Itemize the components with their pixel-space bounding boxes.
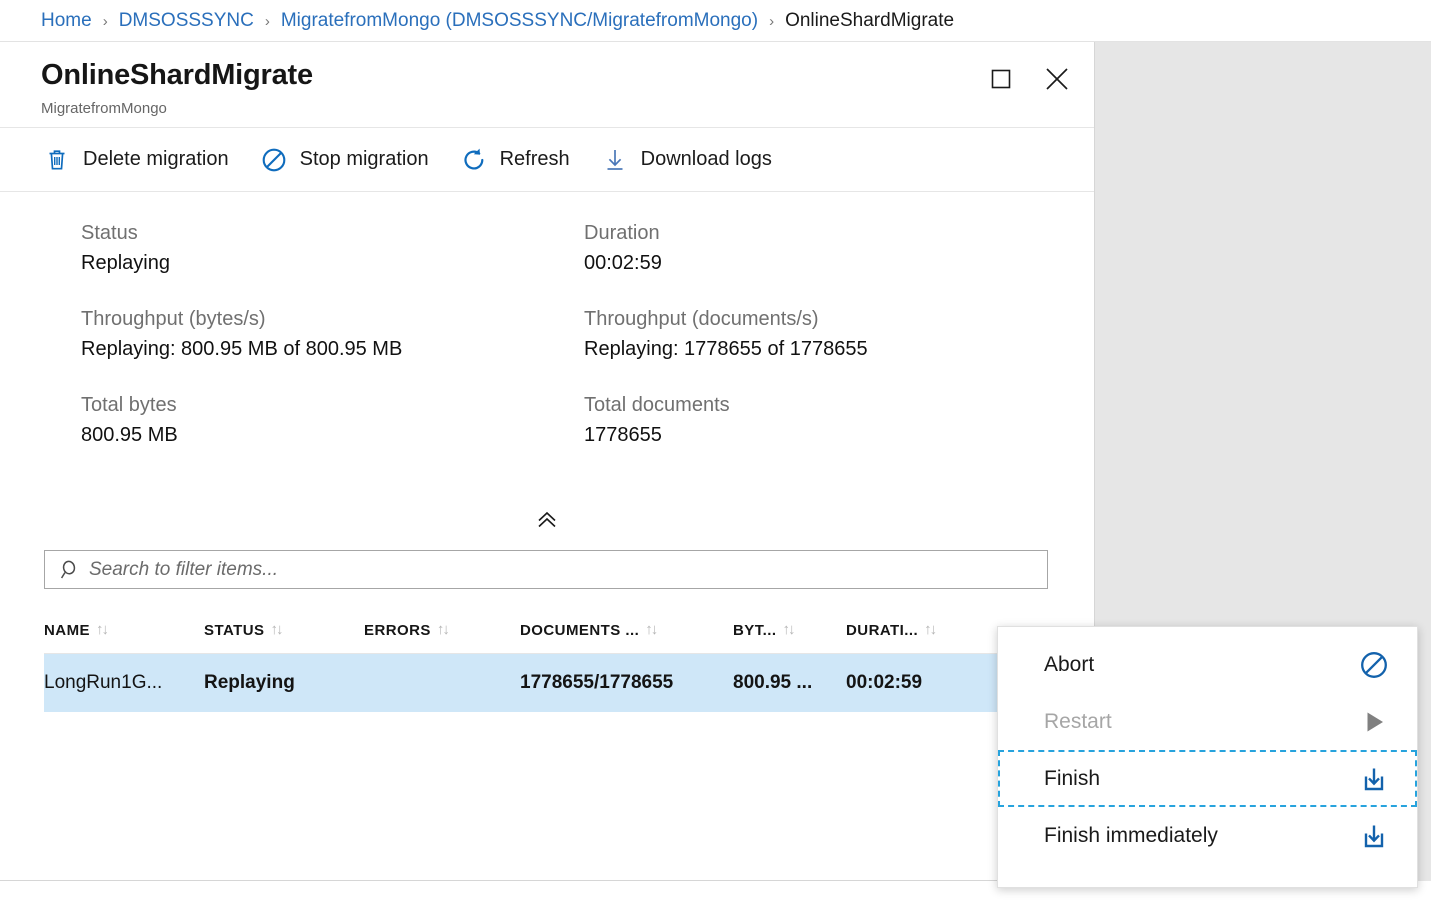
search-input[interactable] [89,558,1047,581]
close-icon [1046,68,1068,90]
blade-header: OnlineShardMigrate MigratefromMongo [0,42,1094,128]
throughput-documents-value: Replaying: 1778655 of 1778655 [584,338,868,360]
stop-migration-label: Stop migration [299,148,429,170]
refresh-icon [461,147,487,173]
stop-migration-button[interactable]: Stop migration [261,140,429,180]
column-header-name-label: NAME [44,622,90,639]
sort-icon: ↑↓ [782,622,796,638]
download-box-icon [1357,819,1391,853]
column-header-errors[interactable]: ERRORS ↑↓ [364,622,520,639]
throughput-documents-label: Throughput (documents/s) [584,308,819,330]
summary-field-total-documents: Total documents 1778655 [584,390,868,450]
sort-icon: ↑↓ [95,622,109,638]
context-menu-item-restart[interactable]: Restart [998,693,1417,750]
table-row[interactable]: LongRun1G... Replaying 1778655/1778655 8… [44,654,1048,712]
sort-icon: ↑↓ [645,622,658,638]
column-header-status[interactable]: STATUS ↑↓ [204,622,364,639]
column-header-documents-label: DOCUMENTS ... [520,622,640,639]
context-menu-item-abort[interactable]: Abort [998,636,1417,693]
context-menu-item-restart-label: Restart [1044,709,1112,733]
command-bar: Delete migration Stop migration Refresh … [0,128,1094,192]
breadcrumb-separator-icon: › [264,13,270,30]
cell-bytes: 800.95 ... [733,672,813,693]
table-header-row: NAME ↑↓ STATUS ↑↓ ERRORS ↑↓ DOCUMENTS ..… [44,608,1048,654]
breadcrumb-item-home[interactable]: Home [41,10,92,32]
breadcrumb-item-migratefrommongo[interactable]: MigratefromMongo (DMSOSSSYNC/Migratefrom… [281,10,758,32]
download-box-icon [1357,762,1391,796]
sort-icon: ↑↓ [270,622,283,638]
download-logs-button[interactable]: Download logs [602,140,772,180]
context-menu-item-finish-immediately-label: Finish immediately [1044,823,1218,847]
square-icon [991,69,1011,89]
summary-field-throughput-documents: Throughput (documents/s) Replaying: 1778… [584,304,868,364]
download-icon [602,147,628,173]
column-header-documents[interactable]: DOCUMENTS ... ↑↓ [520,622,733,639]
sort-icon: ↑↓ [924,622,937,638]
status-value: Replaying [81,252,170,274]
context-menu-item-finish-immediately[interactable]: Finish immediately [998,807,1417,864]
blade-panel: OnlineShardMigrate MigratefromMongo Dele… [0,42,1095,881]
column-header-bytes[interactable]: BYT... ↑↓ [733,622,846,639]
breadcrumb-separator-icon: › [102,13,108,30]
total-bytes-value: 800.95 MB [81,424,178,446]
total-bytes-label: Total bytes [81,394,177,416]
cell-status: Replaying [204,672,295,693]
migration-table: NAME ↑↓ STATUS ↑↓ ERRORS ↑↓ DOCUMENTS ..… [44,608,1048,712]
total-documents-value: 1778655 [584,424,662,446]
column-header-status-label: STATUS [204,622,265,639]
collapse-summary-button[interactable] [0,510,1094,532]
breadcrumb-item-current: OnlineShardMigrate [785,9,955,31]
delete-migration-button[interactable]: Delete migration [44,140,229,180]
column-header-errors-label: ERRORS [364,622,431,639]
window-controls [984,62,1074,96]
status-label: Status [81,222,138,244]
context-menu-item-abort-label: Abort [1044,652,1095,676]
cell-documents: 1778655/1778655 [520,672,674,693]
sort-icon: ↑↓ [436,622,450,638]
throughput-bytes-value: Replaying: 800.95 MB of 800.95 MB [81,338,403,360]
play-triangle-icon [1357,705,1391,739]
throughput-bytes-label: Throughput (bytes/s) [81,308,266,330]
summary-field-status: Status Replaying [81,218,402,278]
search-box[interactable] [44,550,1048,589]
context-menu-item-finish-label: Finish [1044,766,1101,790]
breadcrumb-separator-icon: › [769,13,775,30]
column-header-name[interactable]: NAME ↑↓ [44,622,204,639]
delete-migration-label: Delete migration [83,148,229,170]
duration-value: 00:02:59 [584,252,662,274]
column-header-duration-label: DURATI... [846,622,919,639]
breadcrumb: Home › DMSOSSSYNC › MigratefromMongo (DM… [0,0,1431,42]
breadcrumb-item-dmsosssync[interactable]: DMSOSSSYNC [119,10,254,32]
summary-column-right: Duration 00:02:59 Throughput (documents/… [584,218,868,476]
no-entry-icon [261,147,287,173]
close-button[interactable] [1040,62,1074,96]
refresh-label: Refresh [499,148,570,170]
page-subtitle: MigratefromMongo [41,100,167,117]
double-chevron-up-icon [538,511,556,528]
summary-field-duration: Duration 00:02:59 [584,218,868,278]
summary-column-left: Status Replaying Throughput (bytes/s) Re… [81,218,402,476]
search-icon [59,559,81,581]
total-documents-label: Total documents [584,394,730,416]
summary-field-throughput-bytes: Throughput (bytes/s) Replaying: 800.95 M… [81,304,402,364]
context-menu-item-finish[interactable]: Finish [998,750,1417,807]
column-header-duration[interactable]: DURATI... ↑↓ [846,622,996,639]
migration-summary: Status Replaying Throughput (bytes/s) Re… [0,192,1094,446]
app-root: Home › DMSOSSSYNC › MigratefromMongo (DM… [0,0,1431,901]
trash-icon [44,147,70,173]
maximize-button[interactable] [984,62,1018,96]
summary-field-total-bytes: Total bytes 800.95 MB [81,390,402,450]
duration-label: Duration [584,222,660,244]
refresh-button[interactable]: Refresh [461,140,570,180]
column-header-bytes-label: BYT... [733,622,777,639]
cell-duration: 00:02:59 [846,672,923,693]
no-entry-icon [1357,648,1391,682]
download-logs-label: Download logs [640,148,772,170]
cell-name: LongRun1G... [44,672,163,693]
row-context-menu: Abort Restart Finish Finish immediately [997,626,1418,888]
page-title: OnlineShardMigrate [41,59,313,91]
